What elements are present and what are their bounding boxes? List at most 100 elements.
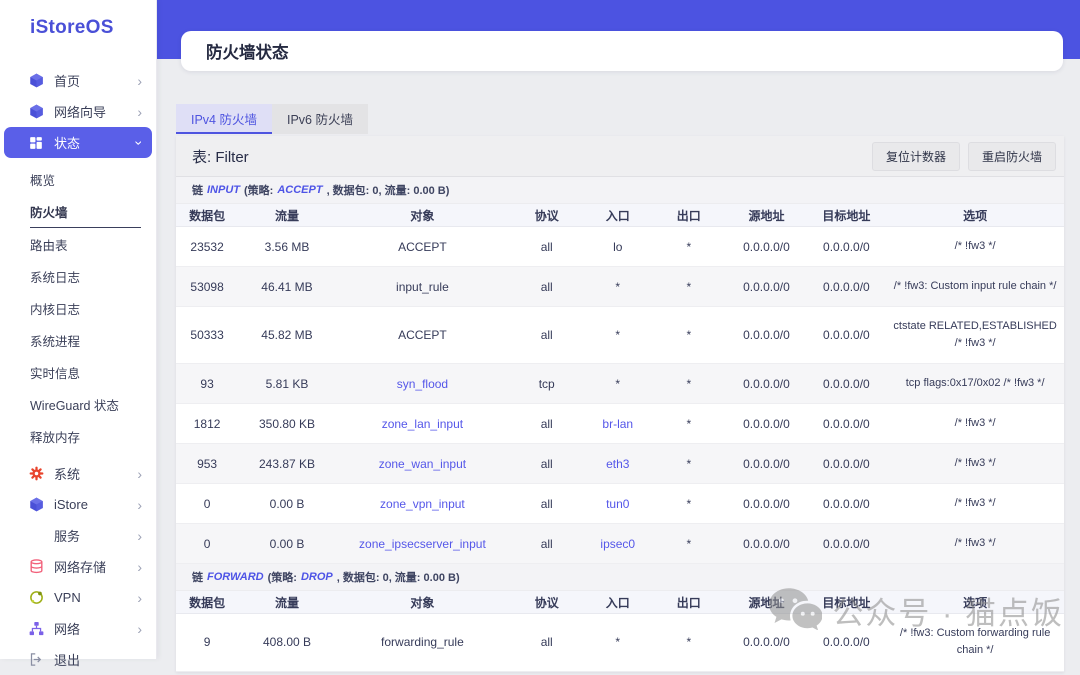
column-header: 对象 <box>336 583 509 622</box>
target-value[interactable]: zone_vpn_input <box>380 497 465 511</box>
target-value[interactable]: zone_lan_input <box>382 417 463 431</box>
submenu-item[interactable]: 实时信息 <box>30 356 141 388</box>
sidebar-item-logout[interactable]: 退出 <box>0 644 156 675</box>
target-value: forwarding_rule <box>381 635 464 649</box>
submenu-item[interactable]: 路由表 <box>30 228 141 260</box>
target-value: input_rule <box>396 280 449 294</box>
chain-policy-link[interactable]: ACCEPT <box>277 184 322 196</box>
chevron-down-icon: › <box>133 140 147 145</box>
target-cell: zone_ipsecserver_input <box>336 526 509 562</box>
submenu-item[interactable]: 概览 <box>30 163 141 195</box>
reset-counters-button[interactable]: 复位计数器 <box>872 142 960 171</box>
protocol-cell: all <box>509 446 584 482</box>
target-value[interactable]: zone_wan_input <box>379 457 466 471</box>
target-cell: zone_vpn_input <box>336 486 509 522</box>
traffic-cell: 350.80 KB <box>238 406 336 442</box>
sidebar-item-home[interactable]: 首页 › <box>0 65 156 96</box>
sidebar-item-label: 网络 <box>54 619 80 638</box>
submenu-item[interactable]: 释放内存 <box>30 420 141 452</box>
in-interface-cell: br-lan <box>584 406 651 442</box>
in-interface-value[interactable]: eth3 <box>606 457 629 471</box>
target-cell: ACCEPT <box>336 229 509 265</box>
network-tree-icon <box>28 621 44 637</box>
target-value[interactable]: syn_flood <box>397 377 448 391</box>
options-cell: tcp flags:0x17/0x02 /* !fw3 */ <box>886 364 1064 403</box>
chain-name-link[interactable]: INPUT <box>207 184 240 196</box>
in-interface-cell: * <box>584 624 651 660</box>
protocol-cell: all <box>509 406 584 442</box>
in-interface-cell: * <box>584 366 651 402</box>
sidebar-item-status[interactable]: 状态 › <box>4 127 152 158</box>
sidebar-item-label: 系统 <box>54 464 80 483</box>
sidebar-nav: 首页 › 网络向导 › 状态 › 概览 防火墙 <box>0 65 156 675</box>
target-value: ACCEPT <box>398 240 447 254</box>
in-interface-value[interactable]: tun0 <box>606 497 629 511</box>
source-cell: 0.0.0.0/0 <box>727 526 807 562</box>
chevron-right-icon: › <box>137 560 142 574</box>
packets-cell: 1812 <box>176 406 238 442</box>
protocol-cell: all <box>509 624 584 660</box>
out-interface-cell: * <box>651 317 726 353</box>
submenu-item-label: 内核日志 <box>30 303 80 317</box>
submenu-item-label: 释放内存 <box>30 431 80 445</box>
cube-icon <box>28 497 44 513</box>
in-interface-value[interactable]: br-lan <box>602 417 633 431</box>
source-cell: 0.0.0.0/0 <box>727 229 807 265</box>
target-cell: zone_wan_input <box>336 446 509 482</box>
submenu-item[interactable]: WireGuard 状态 <box>30 388 141 420</box>
sidebar-item-network-storage[interactable]: 网络存储 › <box>0 551 156 582</box>
chevron-right-icon: › <box>137 622 142 636</box>
protocol-cell: all <box>509 526 584 562</box>
target-cell: ACCEPT <box>336 317 509 353</box>
traffic-cell: 408.00 B <box>238 624 336 660</box>
vpn-globe-icon <box>28 590 44 606</box>
submenu-item[interactable]: 系统日志 <box>30 260 141 292</box>
out-interface-cell: * <box>651 526 726 562</box>
sidebar-item-network-wizard[interactable]: 网络向导 › <box>0 96 156 127</box>
sidebar-item-network[interactable]: 网络 › <box>0 613 156 644</box>
chain-policy-link[interactable]: DROP <box>301 571 333 583</box>
restart-firewall-button[interactable]: 重启防火墙 <box>968 142 1056 171</box>
tab-ipv6-firewall[interactable]: IPv6 防火墙 <box>272 104 368 134</box>
page-title: 防火墙状态 <box>206 39 289 63</box>
gear-icon <box>28 466 44 482</box>
sidebar-item-vpn[interactable]: VPN › <box>0 582 156 613</box>
in-interface-cell: eth3 <box>584 446 651 482</box>
submenu-item-label: 防火墙 <box>30 206 68 220</box>
target-value: ACCEPT <box>398 328 447 342</box>
sidebar: iStoreOS 首页 › 网络向导 › 状态 › <box>0 0 157 659</box>
in-interface-value: lo <box>613 240 622 254</box>
packets-cell: 50333 <box>176 317 238 353</box>
out-interface-cell: * <box>651 624 726 660</box>
forward-table-header: 数据包流量对象协议入口出口源地址目标地址选项 <box>176 591 1064 614</box>
sidebar-item-istore[interactable]: iStore › <box>0 489 156 520</box>
sidebar-item-services[interactable]: 服务 › <box>0 520 156 551</box>
target-value[interactable]: zone_ipsecserver_input <box>359 537 486 551</box>
packets-cell: 953 <box>176 446 238 482</box>
sidebar-item-label: 退出 <box>54 650 80 669</box>
table-toolbar: 表: Filter 复位计数器 重启防火墙 <box>176 136 1064 177</box>
out-interface-cell: * <box>651 269 726 305</box>
database-icon <box>28 559 44 575</box>
destination-cell: 0.0.0.0/0 <box>806 229 886 265</box>
out-interface-cell: * <box>651 486 726 522</box>
firewall-rule-row: 1812 350.80 KB zone_lan_input all br-lan… <box>176 404 1064 444</box>
source-cell: 0.0.0.0/0 <box>727 486 807 522</box>
submenu-item-label: 系统进程 <box>30 335 80 349</box>
packets-cell: 53098 <box>176 269 238 305</box>
submenu-item-label: 路由表 <box>30 239 68 253</box>
in-interface-value: * <box>615 635 620 649</box>
traffic-cell: 0.00 B <box>238 486 336 522</box>
sidebar-item-label: 服务 <box>54 526 80 545</box>
submenu-item[interactable]: 防火墙 <box>30 195 141 228</box>
chevron-right-icon: › <box>137 498 142 512</box>
chain-name-link[interactable]: FORWARD <box>207 571 264 583</box>
toolbar-buttons: 复位计数器 重启防火墙 <box>872 142 1056 171</box>
tab-ipv4-firewall[interactable]: IPv4 防火墙 <box>176 104 272 134</box>
in-interface-value: * <box>615 280 620 294</box>
in-interface-value[interactable]: ipsec0 <box>600 537 635 551</box>
out-interface-cell: * <box>651 229 726 265</box>
sidebar-item-system[interactable]: 系统 › <box>0 458 156 489</box>
submenu-item[interactable]: 内核日志 <box>30 292 141 324</box>
submenu-item[interactable]: 系统进程 <box>30 324 141 356</box>
